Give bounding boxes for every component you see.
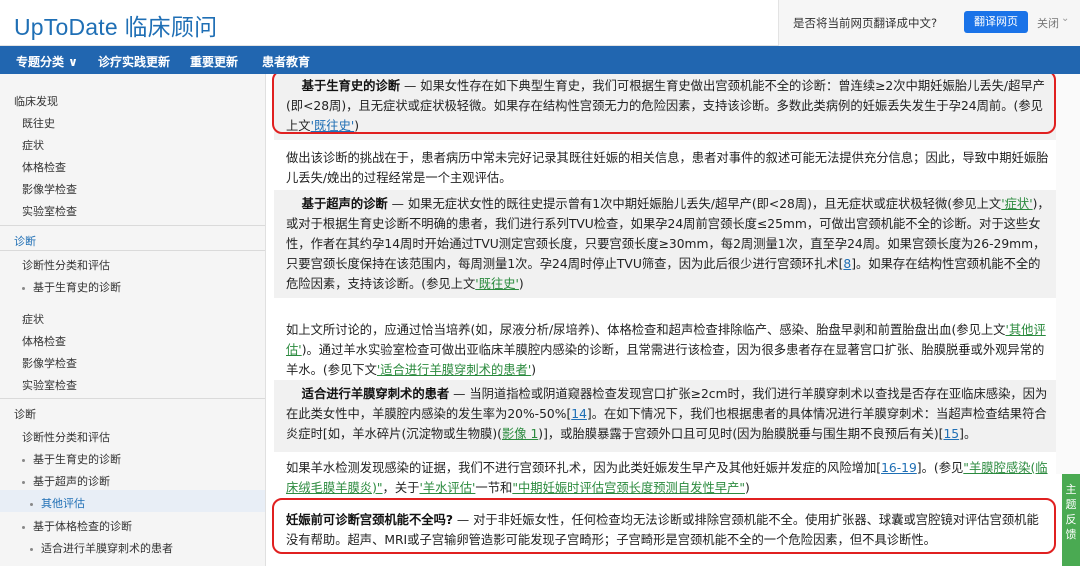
bullet-icon: [30, 547, 33, 551]
sidebar-item[interactable]: 影像学检查: [22, 181, 77, 197]
link-symptoms[interactable]: '症状': [1001, 197, 1032, 211]
sidebar-item[interactable]: 实验室检查: [22, 203, 77, 219]
sidebar-item[interactable]: 诊断性分类和评估: [22, 429, 110, 445]
nav-important-updates[interactable]: 重要更新: [190, 53, 238, 70]
main-nav: 专题分类 ∨ 诊疗实践更新 重要更新 患者教育: [0, 46, 1080, 74]
chevron-down-icon[interactable]: ⌄: [1061, 13, 1069, 24]
nav-topic-categories[interactable]: 专题分类 ∨: [16, 53, 78, 70]
bullet-icon: [22, 286, 25, 290]
close-translate-button[interactable]: 关闭: [1037, 15, 1059, 31]
link-image-1[interactable]: 影像 1: [502, 427, 538, 441]
nav-practice-updates[interactable]: 诊疗实践更新: [98, 53, 170, 70]
sidebar-item[interactable]: 症状: [22, 311, 44, 327]
page-scroll-area[interactable]: [1056, 74, 1080, 474]
uptodate-logo[interactable]: UpToDate 临床顾问: [14, 8, 217, 42]
sidebar-item[interactable]: 影像学检查: [22, 355, 77, 371]
translate-question: 是否将当前网页翻译成中文?: [793, 16, 938, 30]
link-amniocentesis[interactable]: '适合进行羊膜穿刺术的患者': [377, 363, 531, 377]
reference-link[interactable]: 14: [571, 407, 587, 421]
sidebar-item[interactable]: 基于体格检查的诊断: [22, 518, 132, 534]
sidebar-item[interactable]: 症状: [22, 137, 44, 153]
sidebar-item[interactable]: 既往史: [22, 115, 55, 131]
sidebar-item[interactable]: 诊断: [14, 406, 36, 422]
bullet-icon: [22, 480, 25, 484]
sidebar-item[interactable]: 体格检查: [22, 333, 66, 349]
article-content: 基于生育史的诊断 — 如果女性存在如下典型生育史，我们可根据生育史做出宫颈机能不…: [266, 74, 1056, 566]
link-amniotic-fluid[interactable]: '羊水评估': [419, 481, 475, 495]
sidebar-item[interactable]: 诊断性分类和评估: [22, 257, 110, 273]
bullet-icon: [22, 458, 25, 462]
paragraph-infection: 如果羊水检测发现感染的证据，我们不进行宫颈环扎术，因为此类妊娠发生早产及其他妊娠…: [286, 461, 1048, 495]
sidebar-item[interactable]: 适合进行羊膜穿刺术的患者: [30, 540, 173, 556]
link-history[interactable]: '既往史': [475, 277, 519, 291]
outline-sidebar: 临床发现 既往史 症状 体格检查 影像学检查 实验室检查 诊断 诊断性分类和评估…: [0, 74, 266, 566]
red-highlight-box: [272, 74, 1056, 134]
bullet-icon: [22, 525, 25, 529]
reference-link[interactable]: 16-19: [881, 461, 917, 475]
paragraph-challenge: 做出该诊断的挑战在于，患者病历中常未完好记录其既往妊娠的相关信息，患者对事件的叙…: [286, 151, 1049, 185]
sidebar-item-selected[interactable]: 其他评估: [30, 495, 85, 511]
sidebar-item[interactable]: 临床发现: [14, 93, 58, 109]
sidebar-divider: [0, 250, 265, 251]
sidebar-item[interactable]: 基于生育史的诊断: [22, 279, 121, 295]
sidebar-divider: [0, 398, 265, 399]
reference-link[interactable]: 15: [943, 427, 959, 441]
sidebar-item[interactable]: 基于生育史的诊断: [22, 451, 121, 467]
top-bar: UpToDate 临床顾问 是否将当前网页翻译成中文? 翻译网页 关闭 ⌄: [0, 0, 1080, 46]
paragraph-ultrasound-diagnosis: 基于超声的诊断 — 如果无症状女性的既往史提示曾有1次中期妊娠胎儿丢失/超早产(…: [286, 197, 1050, 291]
link-cervical-length[interactable]: "中期妊娠时评估宫颈长度预测自发性早产": [512, 481, 745, 495]
paragraph-other-evaluation: 如上文所讨论的，应通过恰当培养(如，尿液分析/尿培养)、体格检查和超声检查排除临…: [286, 323, 1046, 377]
sidebar-item[interactable]: 基于超声的诊断: [22, 473, 110, 489]
translate-page-button[interactable]: 翻译网页: [964, 11, 1028, 33]
sidebar-item[interactable]: 诊断: [14, 233, 36, 249]
nav-patient-education[interactable]: 患者教育: [262, 53, 310, 70]
translate-bar: 是否将当前网页翻译成中文? 翻译网页 关闭 ⌄: [778, 0, 1080, 46]
sidebar-item[interactable]: 体格检查: [22, 159, 66, 175]
sidebar-divider: [0, 225, 265, 226]
sidebar-item[interactable]: 实验室检查: [22, 377, 77, 393]
red-highlight-box: [272, 498, 1056, 554]
topic-feedback-button[interactable]: 主题反馈: [1062, 474, 1080, 566]
paragraph-amniocentesis: 适合进行羊膜穿刺术的患者 — 当阴道指检或阴道窥器检查发现宫口扩张≥2cm时，我…: [286, 387, 1048, 441]
bullet-icon: [30, 502, 33, 506]
